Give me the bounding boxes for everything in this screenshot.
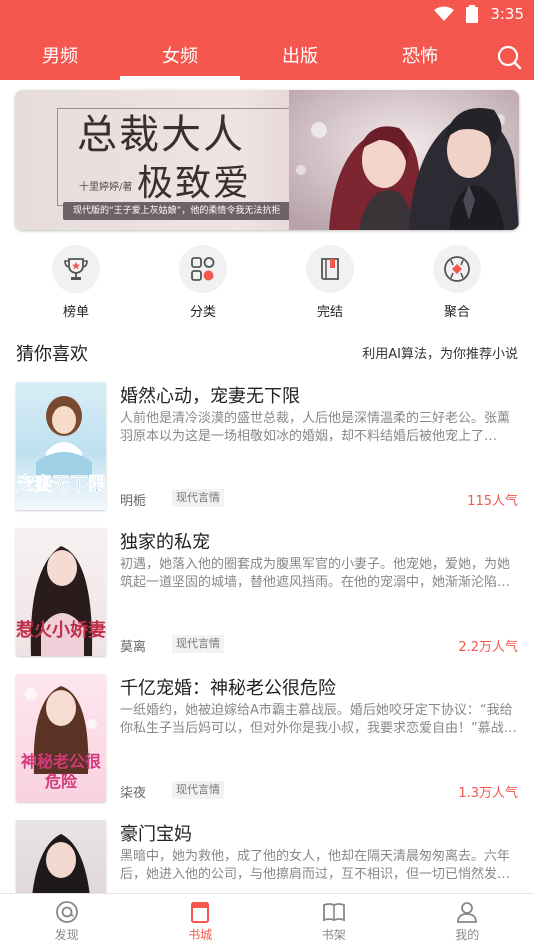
status-time: 3:35 [490,5,524,23]
quick-link-label: 完结 [316,305,343,320]
section-title: 猜你喜欢 [16,344,88,365]
book-popularity: 115人气 [467,494,518,509]
promo-banner[interactable]: 总裁大人 极致爱 十里婷婷/著 现代版的“王子爱上灰姑娘”，他的柔情令我无法抗拒 [15,90,519,230]
top-tab-bar: 男频 女频 出版 恐怖 [0,30,534,80]
book-item[interactable]: 惹火小娇妻 独家的私宠 初遇，她落入他的圈套成为腹黑军官的小妻子。他宠她，爱她，… [16,528,518,656]
nav-label: 书架 [321,928,346,942]
bottom-nav: 发现 书城 书架 我的 [0,893,534,949]
quick-links: 榜单 分类 完结 聚合 [0,240,534,320]
trophy-icon [52,245,100,293]
book-author: 莫离 [120,640,147,655]
quick-link-label: 榜单 [62,305,89,320]
book-title: 婚然心动，宠妻无下限 [120,386,300,407]
recommend-header: 猜你喜欢 利用AI算法，为你推荐小说 [16,340,518,365]
aggregate-icon [433,245,481,293]
nav-bookstore[interactable]: 书城 [134,894,268,949]
nav-label: 发现 [54,928,79,942]
search-icon[interactable] [496,44,522,70]
book-genre-tag: 现代言情 [172,781,224,799]
nav-label: 我的 [455,928,480,942]
book-popularity: 2.2万人气 [458,640,518,655]
book-title: 独家的私宠 [120,532,210,553]
tab-male[interactable]: 男频 [0,30,120,80]
book-genre-tag: 现代言情 [172,635,224,653]
status-bar: 3:35 [0,0,534,30]
book-title: 豪门宝妈 [120,824,192,845]
quick-link-label: 聚合 [443,305,470,320]
tab-label: 出版 [282,46,318,67]
nav-discover[interactable]: 发现 [0,894,134,949]
book-cover: 神秘老公很危险 [16,674,106,802]
cover-title: 宠妻无下限 [16,474,106,496]
tab-female[interactable]: 女频 [120,30,240,80]
banner-title: 总裁大人 [77,112,245,158]
banner-author: 十里婷婷/著 [79,182,133,193]
book-icon [306,245,354,293]
banner-couple-illustration [289,90,519,230]
book-author: 明栀 [120,494,147,509]
tab-publish[interactable]: 出版 [240,30,360,80]
book-description: 黑暗中，她为救他，成了他的女人，他却在隔天清晨匆匆离去。六年后，她进入他的公司，… [120,849,511,882]
tab-label: 男频 [42,46,78,67]
book-cover: 宠妻无下限 [16,382,106,510]
cover-title: 惹火小娇妻 [16,620,106,641]
book-cover: 惹火小娇妻 [16,528,106,656]
quick-link-ranking[interactable]: 榜单 [36,240,116,320]
book-title: 千亿宠婚：神秘老公很危险 [120,678,336,699]
book-popularity: 1.3万人气 [458,786,518,801]
quick-link-completed[interactable]: 完结 [290,240,370,320]
tab-label: 恐怖 [402,46,438,67]
book-item[interactable]: 宠妻无下限 婚然心动，宠妻无下限 人前他是清冷淡漠的盛世总裁，人后他是深情温柔的… [16,382,518,510]
book-genre-tag: 现代言情 [172,489,224,507]
book-author: 柒夜 [120,786,147,801]
bookshelf-icon [322,903,345,922]
book-item[interactable]: 神秘老公很危险 千亿宠婚：神秘老公很危险 一纸婚约，她被迫嫁给A市霸主慕战辰。婚… [16,674,518,802]
cover-title: 神秘老公很危险 [20,752,101,791]
nav-profile[interactable]: 我的 [401,894,534,949]
section-subtitle: 利用AI算法，为你推荐小说 [362,347,518,362]
book-description: 人前他是清冷淡漠的盛世总裁，人后他是深情温柔的三好老公。张薰羽原本以为这是一场相… [120,411,511,444]
battery-icon [466,5,479,23]
quick-link-aggregate[interactable]: 聚合 [417,240,497,320]
nav-bookshelf[interactable]: 书架 [267,894,401,949]
wifi-icon [434,6,455,21]
quick-link-category[interactable]: 分类 [163,240,243,320]
discover-icon [55,901,78,923]
quick-link-label: 分类 [189,305,216,320]
tab-horror[interactable]: 恐怖 [360,30,480,80]
book-description: 一纸婚约，她被迫嫁给A市霸主慕战辰。婚后她咬牙定下协议：“我给你私生子当后妈可以… [120,703,517,736]
book-description: 初遇，她落入他的圈套成为腹黑军官的小妻子。他宠她，爱她，为她筑起一道坚固的城墙，… [120,557,511,590]
nav-label: 书城 [188,928,213,942]
banner-tagline: 现代版的“王子爱上灰姑娘”，他的柔情令我无法抗拒 [63,202,291,220]
banner-title-line2: 极致爱 [137,163,252,204]
user-icon [457,902,478,923]
category-icon [179,245,227,293]
tab-label: 女频 [162,46,198,67]
bookstore-icon [191,902,210,923]
